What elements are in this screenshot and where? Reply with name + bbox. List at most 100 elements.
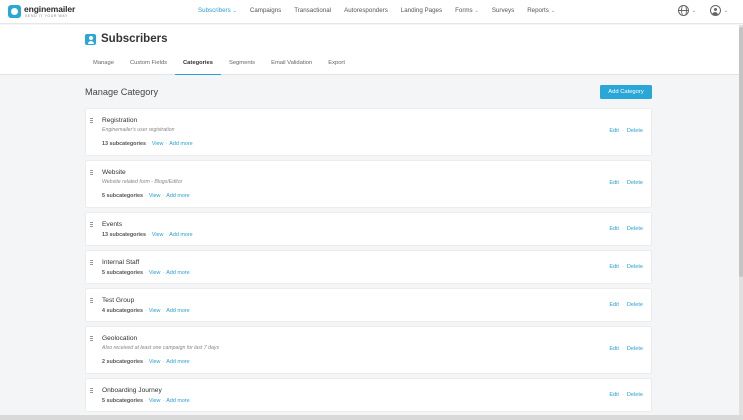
top-right-controls: ⌄ ⌄ <box>677 5 728 16</box>
logo-mark-icon <box>8 5 21 18</box>
view-link[interactable]: View <box>149 398 161 404</box>
add-more-link[interactable]: Add more <box>169 232 192 238</box>
drag-handle-icon[interactable] <box>90 222 93 229</box>
add-more-link[interactable]: Add more <box>169 141 192 147</box>
category-name: Website <box>102 169 126 176</box>
chevron-down-icon: ⌄ <box>232 8 237 14</box>
top-navbar: enginemailer SEND IT YOUR WAY Subscriber… <box>0 0 743 24</box>
subcategory-count: 5 subcategories <box>102 270 144 276</box>
tab-custom-fields[interactable]: Custom Fields <box>122 58 175 75</box>
drag-handle-icon[interactable] <box>90 298 93 305</box>
category-meta: 13 subcategories · View · Add more <box>102 232 193 238</box>
category-actions: Edit · Delete <box>609 226 643 232</box>
category-name: Internal Staff <box>102 259 140 266</box>
subcategory-count: 4 subcategories <box>102 308 144 314</box>
logo-tagline: SEND IT YOUR WAY <box>25 14 68 18</box>
chevron-down-icon: ⌄ <box>550 8 556 14</box>
add-more-link[interactable]: Add more <box>166 193 189 199</box>
view-link[interactable]: View <box>149 270 161 276</box>
horizontal-scrollbar[interactable] <box>0 415 743 420</box>
add-more-link[interactable]: Add more <box>166 308 189 314</box>
drag-handle-icon[interactable] <box>90 336 93 343</box>
category-name: Geolocation <box>102 335 138 342</box>
category-meta: 5 subcategories · View · Add more <box>102 398 190 404</box>
user-icon <box>709 5 721 16</box>
category-description: Enginemailer's user registration <box>102 127 175 133</box>
delete-link[interactable]: Delete <box>627 264 643 270</box>
section-title: Manage Category <box>85 87 159 97</box>
delete-link[interactable]: Delete <box>627 392 643 398</box>
scrollbar-thumb[interactable] <box>739 27 743 277</box>
subcategory-count: 13 subcategories <box>102 141 147 147</box>
category-actions: Edit · Delete <box>609 180 643 186</box>
subscribers-icon <box>85 34 96 45</box>
edit-link[interactable]: Edit <box>609 128 619 134</box>
nav-transactional[interactable]: Transactional <box>294 7 331 19</box>
main-nav: Subscribers ⌄ Campaigns Transactional Aut… <box>198 7 568 19</box>
category-actions: Edit · Delete <box>609 302 643 308</box>
view-link[interactable]: View <box>152 232 164 238</box>
chevron-down-icon: ⌄ <box>723 7 728 14</box>
enginemailer-logo[interactable]: enginemailer SEND IT YOUR WAY <box>8 3 80 21</box>
logo-brand-name: enginemailer <box>24 4 76 14</box>
edit-link[interactable]: Edit <box>609 264 619 270</box>
globe-icon <box>677 5 689 16</box>
drag-handle-icon[interactable] <box>90 170 93 177</box>
edit-link[interactable]: Edit <box>609 392 619 398</box>
nav-landing-pages[interactable]: Landing Pages <box>401 7 442 19</box>
category-actions: Edit · Delete <box>609 128 643 134</box>
edit-link[interactable]: Edit <box>609 180 619 186</box>
category-meta: 13 subcategories · View · Add more <box>102 141 193 147</box>
view-link[interactable]: View <box>149 359 161 365</box>
add-more-link[interactable]: Add more <box>166 270 189 276</box>
language-menu[interactable]: ⌄ <box>677 5 696 16</box>
delete-link[interactable]: Delete <box>627 226 643 232</box>
chevron-down-icon: ⌄ <box>474 8 479 14</box>
drag-handle-icon[interactable] <box>90 388 93 395</box>
tab-manage[interactable]: Manage <box>85 58 122 75</box>
tab-export[interactable]: Export <box>320 58 353 75</box>
category-card: Onboarding Journey 5 subcategories · View ·… <box>85 378 652 412</box>
category-actions: Edit · Delete <box>609 346 643 352</box>
view-link[interactable]: View <box>149 193 161 199</box>
tab-categories[interactable]: Categories <box>175 58 221 75</box>
edit-link[interactable]: Edit <box>609 302 619 308</box>
delete-link[interactable]: Delete <box>627 128 643 134</box>
add-more-link[interactable]: Add more <box>166 359 189 365</box>
subcategory-count: 13 subcategories <box>102 232 147 238</box>
add-category-button[interactable]: Add Category <box>600 85 652 99</box>
nav-campaigns[interactable]: Campaigns <box>250 7 281 19</box>
category-meta: 5 subcategories · View · Add more <box>102 270 190 276</box>
edit-link[interactable]: Edit <box>609 226 619 232</box>
tab-email-validation[interactable]: Email Validation <box>263 58 320 75</box>
view-link[interactable]: View <box>149 308 161 314</box>
delete-link[interactable]: Delete <box>627 180 643 186</box>
delete-link[interactable]: Delete <box>627 346 643 352</box>
category-description: Website related form - Blogs/Editor <box>102 179 183 185</box>
subcategory-count: 5 subcategories <box>102 398 144 404</box>
nav-autoresponders[interactable]: Autoresponders <box>344 7 388 19</box>
category-card: Registration Enginemailer's user registr… <box>85 108 652 156</box>
tab-segments[interactable]: Segments <box>221 58 263 75</box>
nav-surveys[interactable]: Surveys <box>492 7 514 19</box>
edit-link[interactable]: Edit <box>609 346 619 352</box>
view-link[interactable]: View <box>152 141 164 147</box>
nav-subscribers[interactable]: Subscribers ⌄ <box>198 7 237 19</box>
category-card: Test Group 4 subcategories · View · Add more… <box>85 288 652 322</box>
page-title: Subscribers <box>101 33 168 45</box>
page-scrollbar[interactable] <box>739 25 743 420</box>
category-meta: 2 subcategories · View · Add more <box>102 359 190 365</box>
category-card: Events 13 subcategories · View · Add more Ed… <box>85 212 652 246</box>
category-actions: Edit · Delete <box>609 264 643 270</box>
add-more-link[interactable]: Add more <box>166 398 189 404</box>
drag-handle-icon[interactable] <box>90 260 93 267</box>
delete-link[interactable]: Delete <box>627 302 643 308</box>
drag-handle-icon[interactable] <box>90 118 93 125</box>
category-card: Internal Staff 5 subcategories · View · Add … <box>85 250 652 284</box>
nav-reports[interactable]: Reports ⌄ <box>527 7 555 19</box>
category-list: Registration Enginemailer's user registr… <box>85 108 652 416</box>
category-description: Also received at least one campaign for … <box>102 345 220 351</box>
account-menu[interactable]: ⌄ <box>709 5 728 16</box>
nav-forms[interactable]: Forms ⌄ <box>455 7 479 19</box>
category-name: Onboarding Journey <box>102 387 162 394</box>
